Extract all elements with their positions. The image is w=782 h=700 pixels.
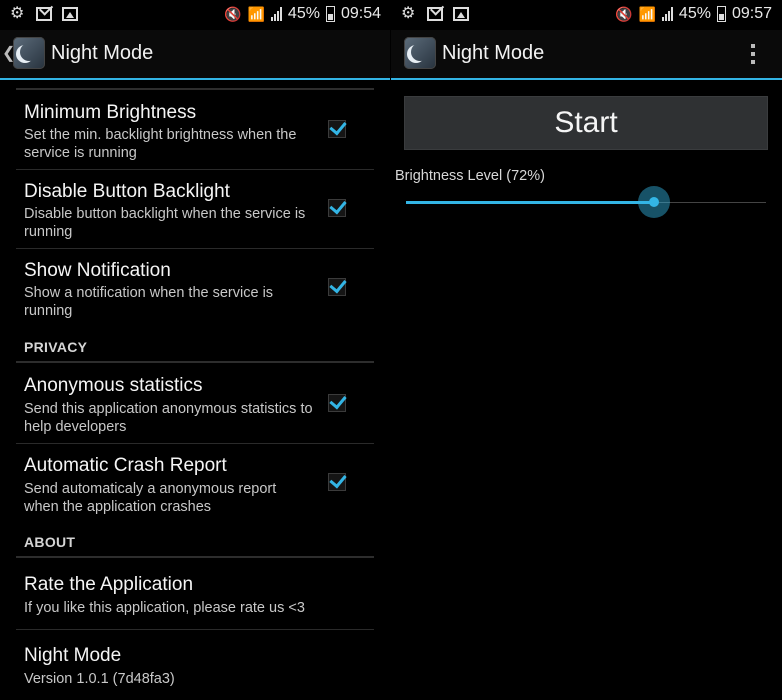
pref-title: Anonymous statistics (24, 375, 203, 396)
pref-checkbox[interactable] (328, 473, 346, 491)
brightness-label-text: Brightness Level (395, 168, 503, 184)
mail-notification-icon (427, 7, 443, 21)
settings-notification-icon (10, 3, 26, 23)
image-notification-icon (62, 7, 78, 21)
image-notification-icon (453, 7, 469, 21)
pref-summary: Set the min. backlight brightness when t… (24, 127, 297, 161)
pref-minimum-brightness[interactable]: Minimum Brightness Set the min. backligh… (16, 90, 374, 170)
battery-percent: 45% (287, 5, 320, 22)
battery-icon (716, 6, 726, 22)
slider-fill (406, 201, 655, 204)
wifi-icon: 📶 (638, 5, 656, 22)
pref-checkbox[interactable] (328, 120, 346, 138)
brightness-value-text: (72%) (506, 168, 545, 184)
mute-icon: 🔇 (224, 5, 242, 22)
pref-summary: Show a notification when the service is … (24, 285, 274, 319)
settings-notification-icon (401, 3, 417, 23)
status-time: 09:57 (731, 5, 772, 22)
battery-percent: 45% (678, 5, 711, 22)
pref-summary: Send automaticaly a anonymous report whe… (24, 481, 277, 515)
section-header-privacy: PRIVACY (24, 339, 88, 355)
pref-checkbox[interactable] (328, 278, 346, 296)
pref-checkbox[interactable] (328, 394, 346, 412)
pref-title: Night Mode (24, 645, 122, 666)
slider-thumb[interactable] (638, 186, 671, 218)
pref-anonymous-statistics[interactable]: Anonymous statistics Send this applicati… (16, 363, 374, 444)
start-button[interactable]: Start (404, 96, 768, 150)
pref-automatic-crash-report[interactable]: Automatic Crash Report Send automaticaly… (16, 444, 374, 524)
status-bar: 🔇 📶 45% 09:57 (391, 0, 782, 30)
action-bar: ❮ Night Mode (0, 30, 391, 80)
brightness-level-label: Brightness Level (72%) (395, 168, 545, 184)
pref-disable-button-backlight[interactable]: Disable Button Backlight Disable button … (16, 170, 374, 249)
app-moon-icon[interactable] (404, 37, 436, 69)
pref-rate-application[interactable]: Rate the Application If you like this ap… (16, 558, 374, 630)
signal-icon (661, 7, 673, 21)
wifi-icon: 📶 (247, 5, 265, 22)
status-bar: 🔇 📶 45% 09:54 (0, 0, 391, 30)
pref-summary: Version 1.0.1 (7d48fa3) (24, 671, 175, 687)
pref-title: Disable Button Backlight (24, 181, 230, 202)
pref-summary: If you like this application, please rat… (24, 600, 305, 616)
signal-icon (270, 7, 282, 21)
pref-summary: Disable button backlight when the servic… (24, 206, 306, 240)
mail-notification-icon (36, 7, 52, 21)
pref-checkbox[interactable] (328, 199, 346, 217)
main-screen: 🔇 📶 45% 09:57 Night Mode Start Brightnes… (391, 0, 782, 700)
pref-summary: Send this application anonymous statisti… (24, 401, 313, 435)
app-title: Night Mode (442, 42, 545, 64)
settings-screen: 🔇 📶 45% 09:54 ❮ Night Mode Minimum Brigh… (0, 0, 391, 700)
pref-title: Rate the Application (24, 574, 194, 595)
brightness-slider[interactable] (406, 186, 766, 218)
pref-title: Automatic Crash Report (24, 455, 227, 476)
pref-title: Minimum Brightness (24, 102, 197, 123)
overflow-menu-icon[interactable] (750, 42, 756, 66)
mute-icon: 🔇 (615, 5, 633, 22)
pref-show-notification[interactable]: Show Notification Show a notification wh… (16, 249, 374, 329)
section-header-about: ABOUT (24, 534, 76, 550)
app-moon-icon[interactable] (13, 37, 45, 69)
pref-title: Show Notification (24, 260, 171, 281)
pref-version-info[interactable]: Night Mode Version 1.0.1 (7d48fa3) (16, 630, 374, 700)
action-bar: Night Mode (391, 30, 782, 80)
battery-icon (325, 6, 335, 22)
status-time: 09:54 (340, 5, 381, 22)
app-title: Night Mode (51, 42, 154, 64)
